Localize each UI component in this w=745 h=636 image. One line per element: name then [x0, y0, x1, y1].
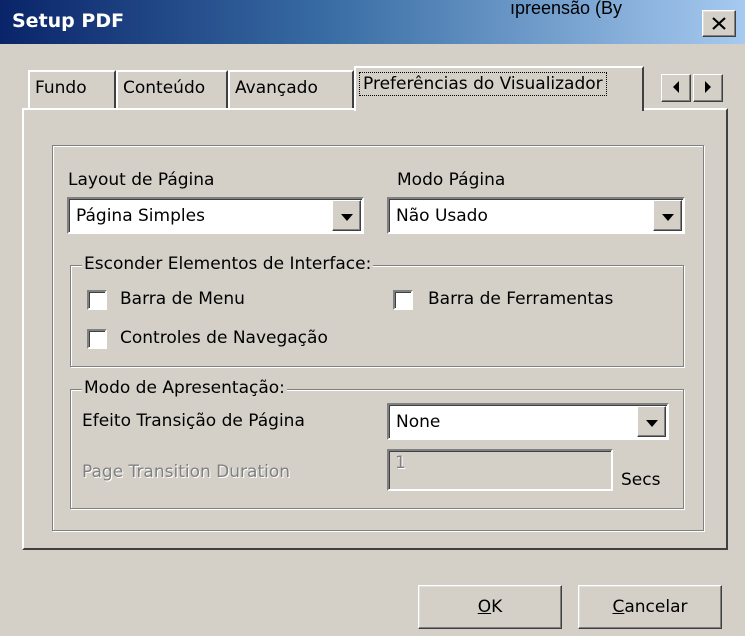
- page-mode-value: Não Usado: [396, 206, 488, 226]
- navigation-controls-label: Controles de Navegação: [120, 328, 328, 348]
- transition-effect-select[interactable]: None: [387, 403, 669, 440]
- ok-button-label: OK: [477, 597, 503, 617]
- background-window-text: ıpreensão (By: [510, 0, 623, 18]
- presentation-group-title: Modo de Apresentação:: [82, 378, 287, 398]
- navigation-controls-checkbox[interactable]: [87, 329, 107, 349]
- transition-duration-input[interactable]: 1: [387, 449, 613, 491]
- toolbar-checkbox[interactable]: [393, 290, 413, 310]
- cancel-button-label: Cancelar: [612, 597, 688, 617]
- transition-effect-label: Efeito Transição de Página: [82, 411, 305, 431]
- dialog-title: Setup PDF: [12, 10, 125, 32]
- close-button[interactable]: [702, 10, 736, 37]
- ok-button[interactable]: OK: [418, 585, 562, 629]
- transition-effect-value: None: [396, 412, 441, 432]
- chevron-down-icon: [645, 412, 658, 432]
- menu-bar-checkbox[interactable]: [87, 290, 107, 310]
- tab-label: Preferências do Visualizador: [359, 72, 607, 96]
- arrow-right-icon: [704, 78, 712, 98]
- arrow-left-icon: [672, 78, 680, 98]
- transition-duration-label: Page Transition Duration: [82, 462, 291, 482]
- tab-label: Conteúdo: [123, 78, 206, 98]
- tab-conteudo[interactable]: Conteúdo: [116, 70, 228, 108]
- page-mode-select[interactable]: Não Usado: [387, 197, 685, 234]
- dropdown-button[interactable]: [637, 406, 666, 437]
- page-layout-select[interactable]: Página Simples: [67, 197, 364, 234]
- tab-avancado[interactable]: Avançado: [228, 70, 354, 108]
- cancel-button[interactable]: Cancelar: [578, 585, 722, 629]
- toolbar-label: Barra de Ferramentas: [428, 289, 614, 309]
- tab-fundo[interactable]: Fundo: [28, 70, 116, 108]
- close-icon: [712, 17, 726, 30]
- hide-ui-group: [70, 265, 684, 367]
- page-layout-label: Layout de Página: [68, 170, 215, 190]
- chevron-down-icon: [340, 206, 353, 226]
- page-mode-label: Modo Página: [397, 170, 506, 190]
- tab-label: Avançado: [235, 78, 318, 98]
- tab-label: Fundo: [35, 78, 87, 98]
- page-layout-value: Página Simples: [76, 206, 205, 226]
- transition-duration-value: 1: [395, 453, 406, 473]
- setup-pdf-dialog: Setup PDF ıpreensão (By Fundo Conteúdo A…: [0, 0, 745, 636]
- tab-scroll-right-button[interactable]: [693, 74, 723, 102]
- dropdown-button[interactable]: [332, 200, 361, 231]
- chevron-down-icon: [661, 206, 674, 226]
- menu-bar-label: Barra de Menu: [120, 289, 245, 309]
- tab-scroll-left-button[interactable]: [661, 74, 691, 102]
- title-bar[interactable]: Setup PDF ıpreensão (By: [0, 0, 745, 44]
- hide-ui-group-title: Esconder Elementos de Interface:: [82, 254, 374, 274]
- dropdown-button[interactable]: [653, 200, 682, 231]
- duration-unit-label: Secs: [621, 470, 661, 490]
- tab-preferencias-visualizador[interactable]: Preferências do Visualizador: [354, 66, 644, 111]
